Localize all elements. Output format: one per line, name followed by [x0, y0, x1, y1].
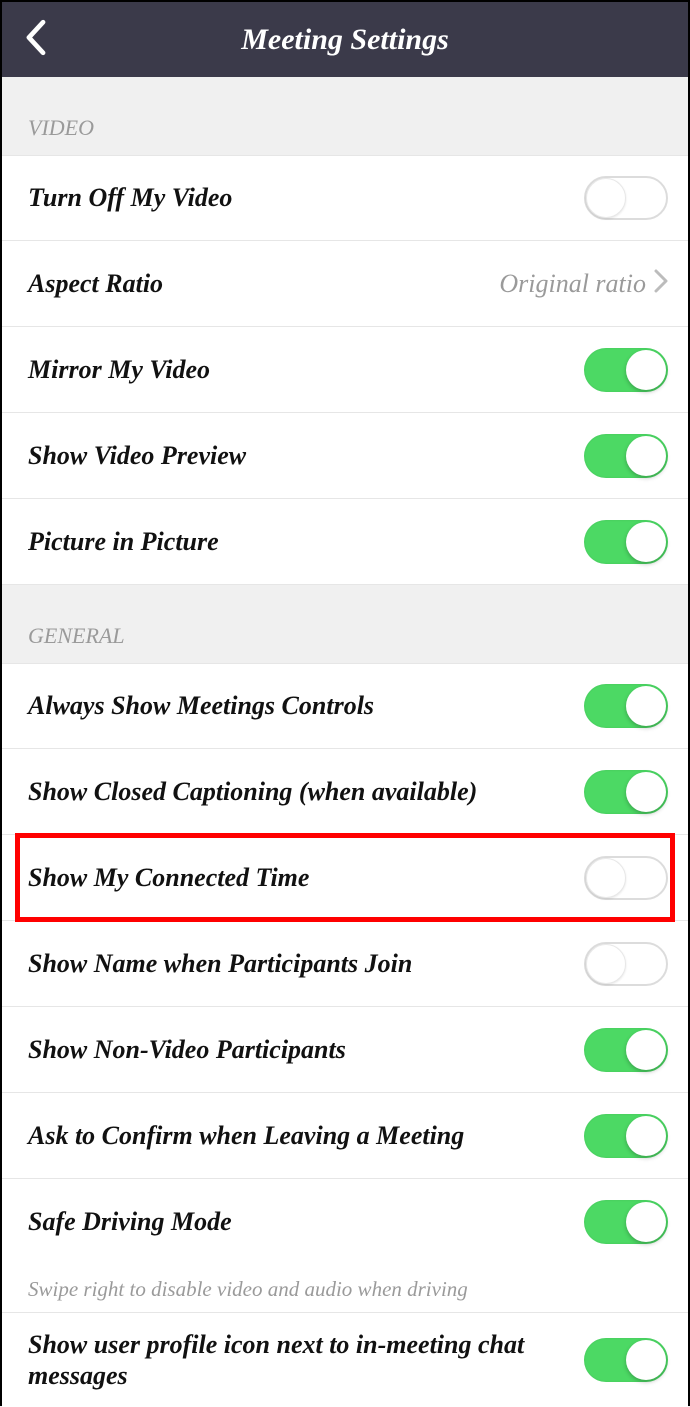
- row-label: Ask to Confirm when Leaving a Meeting: [28, 1104, 584, 1167]
- toggle-show-name-participants-join[interactable]: [584, 942, 668, 986]
- header-bar: Meeting Settings: [2, 2, 688, 77]
- row-closed-captioning[interactable]: Show Closed Captioning (when available): [2, 749, 688, 835]
- toggle-show-my-connected-time[interactable]: [584, 856, 668, 900]
- row-show-non-video-participants[interactable]: Show Non-Video Participants: [2, 1007, 688, 1093]
- row-label: Safe Driving Mode: [28, 1190, 584, 1253]
- row-label: Show user profile icon next to in-meetin…: [28, 1313, 584, 1407]
- toggle-profile-icon-chat[interactable]: [584, 1338, 668, 1382]
- row-show-video-preview[interactable]: Show Video Preview: [2, 413, 688, 499]
- toggle-show-video-preview[interactable]: [584, 434, 668, 478]
- row-label: Show Name when Participants Join: [28, 932, 584, 995]
- toggle-show-non-video-participants[interactable]: [584, 1028, 668, 1072]
- row-label: Picture in Picture: [28, 510, 584, 573]
- row-safe-driving-mode[interactable]: Safe Driving Mode: [2, 1179, 688, 1265]
- row-profile-icon-chat[interactable]: Show user profile icon next to in-meetin…: [2, 1313, 688, 1407]
- row-picture-in-picture[interactable]: Picture in Picture: [2, 499, 688, 585]
- row-show-my-connected-time[interactable]: Show My Connected Time: [2, 835, 688, 921]
- row-label: Show Closed Captioning (when available): [28, 760, 584, 823]
- row-turn-off-my-video[interactable]: Turn Off My Video: [2, 155, 688, 241]
- chevron-right-icon: [654, 269, 668, 298]
- row-ask-confirm-leaving[interactable]: Ask to Confirm when Leaving a Meeting: [2, 1093, 688, 1179]
- section-header-general: GENERAL: [2, 585, 688, 663]
- row-label: Always Show Meetings Controls: [28, 674, 584, 737]
- row-label: Show My Connected Time: [28, 846, 584, 909]
- safe-driving-caption: Swipe right to disable video and audio w…: [2, 1265, 688, 1313]
- toggle-closed-captioning[interactable]: [584, 770, 668, 814]
- toggle-mirror-my-video[interactable]: [584, 348, 668, 392]
- back-button[interactable]: [22, 17, 50, 62]
- row-label: Aspect Ratio: [28, 252, 499, 315]
- row-value: Original ratio: [499, 269, 646, 299]
- row-always-show-controls[interactable]: Always Show Meetings Controls: [2, 663, 688, 749]
- chevron-left-icon: [22, 17, 50, 57]
- row-label: Turn Off My Video: [28, 166, 584, 229]
- row-label: Show Video Preview: [28, 424, 584, 487]
- row-label: Show Non-Video Participants: [28, 1018, 584, 1081]
- row-label: Mirror My Video: [28, 338, 584, 401]
- page-title: Meeting Settings: [241, 23, 449, 57]
- row-mirror-my-video[interactable]: Mirror My Video: [2, 327, 688, 413]
- toggle-turn-off-my-video[interactable]: [584, 176, 668, 220]
- section-header-video: VIDEO: [2, 77, 688, 155]
- toggle-picture-in-picture[interactable]: [584, 520, 668, 564]
- row-show-name-participants-join[interactable]: Show Name when Participants Join: [2, 921, 688, 1007]
- toggle-always-show-controls[interactable]: [584, 684, 668, 728]
- toggle-safe-driving-mode[interactable]: [584, 1200, 668, 1244]
- row-aspect-ratio[interactable]: Aspect Ratio Original ratio: [2, 241, 688, 327]
- toggle-ask-confirm-leaving[interactable]: [584, 1114, 668, 1158]
